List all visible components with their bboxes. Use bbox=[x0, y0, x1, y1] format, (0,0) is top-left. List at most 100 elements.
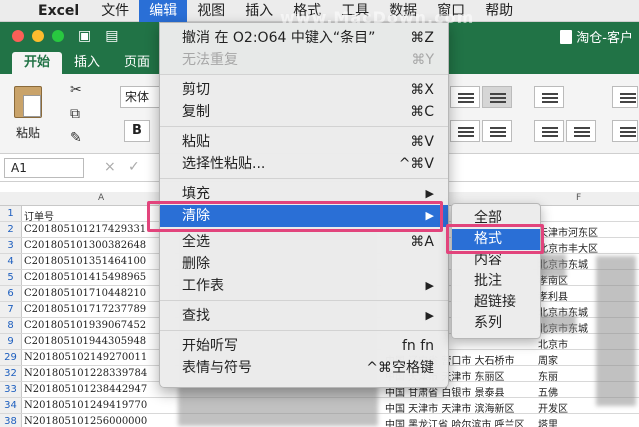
row-number[interactable]: 32 bbox=[0, 366, 22, 381]
cell-address-region[interactable]: 中国 黑龙江省 哈尔滨市 呼兰区 bbox=[385, 416, 535, 427]
cell-address-detail[interactable]: 北京市丰大区 bbox=[538, 240, 639, 253]
submenu-item-clear-comments[interactable]: 批注 bbox=[452, 271, 540, 292]
cell-order-id[interactable]: C201805101415498965 bbox=[24, 272, 174, 283]
menu-insert[interactable]: 插入 bbox=[235, 0, 283, 22]
font-name-select[interactable]: 宋体 bbox=[120, 86, 160, 108]
menu-file[interactable]: 文件 bbox=[91, 0, 139, 22]
cell-order-id[interactable]: N201805102149270011 bbox=[24, 352, 174, 363]
cell-order-id[interactable]: C201805101944305948 bbox=[24, 336, 174, 347]
clear-submenu: 全部 格式 内容 批注 超链接 系列 bbox=[451, 203, 541, 339]
menu-item-undo[interactable]: 撤消 在 O2:O64 中键入“条目” ⌘Z bbox=[160, 27, 448, 49]
row-number[interactable]: 3 bbox=[0, 238, 22, 253]
mac-menu-bar: Excel 文件 编辑 视图 插入 格式 工具 数据 窗口 帮助 bbox=[0, 0, 639, 22]
decrease-indent-button[interactable] bbox=[534, 120, 564, 142]
row-number[interactable]: 33 bbox=[0, 382, 22, 397]
column-header-f[interactable]: F bbox=[576, 193, 581, 203]
row-number[interactable]: 8 bbox=[0, 318, 22, 333]
menu-view[interactable]: 视图 bbox=[187, 0, 235, 22]
increase-indent-button[interactable] bbox=[566, 120, 596, 142]
row-number[interactable]: 29 bbox=[0, 350, 22, 365]
cell-order-id[interactable]: 订单号 bbox=[24, 208, 174, 221]
align-left-button[interactable] bbox=[450, 120, 480, 142]
submenu-arrow-icon: ▶ bbox=[425, 209, 434, 222]
bold-button[interactable]: B bbox=[124, 120, 150, 142]
sidebar-toggle-icon[interactable]: ▣ bbox=[78, 28, 91, 44]
tab-home[interactable]: 开始 bbox=[12, 52, 63, 74]
document-title-text: 淘仓-客户 bbox=[576, 31, 633, 46]
align-middle-button[interactable] bbox=[450, 86, 480, 108]
cell-address-detail[interactable]: 天津市河东区 bbox=[538, 224, 639, 237]
menu-item-select-all[interactable]: 全选 ⌘A bbox=[160, 231, 448, 253]
menu-item-start-dictation[interactable]: 开始听写 fn fn bbox=[160, 335, 448, 357]
row-number[interactable]: 7 bbox=[0, 302, 22, 317]
row-number[interactable]: 5 bbox=[0, 270, 22, 285]
copy-icon[interactable]: ⧉ bbox=[70, 106, 80, 122]
menu-item-cut[interactable]: 剪切 ⌘X bbox=[160, 79, 448, 101]
save-icon[interactable]: ▤ bbox=[105, 28, 118, 44]
menu-item-sheet[interactable]: 工作表 ▶ bbox=[160, 275, 448, 297]
menu-item-find[interactable]: 查找 ▶ bbox=[160, 305, 448, 327]
cell-order-id[interactable]: C201805101710448210 bbox=[24, 288, 174, 299]
orientation-button[interactable] bbox=[534, 86, 564, 108]
close-window-button[interactable] bbox=[12, 30, 24, 42]
submenu-item-clear-contents[interactable]: 内容 bbox=[452, 250, 540, 271]
row-number[interactable]: 2 bbox=[0, 222, 22, 237]
row-number[interactable]: 1 bbox=[0, 206, 22, 221]
menu-item-paste[interactable]: 粘贴 ⌘V bbox=[160, 131, 448, 153]
document-icon bbox=[560, 30, 573, 44]
row-number[interactable]: 4 bbox=[0, 254, 22, 269]
cell-order-id[interactable]: C201805101217429331 bbox=[24, 224, 174, 235]
cell-order-id[interactable]: C201805101300382648 bbox=[24, 240, 174, 251]
menu-format[interactable]: 格式 bbox=[283, 0, 331, 22]
menu-data[interactable]: 数据 bbox=[379, 0, 427, 22]
cell-address-region[interactable]: 中国 天津市 天津市 滨海新区 bbox=[385, 400, 535, 413]
submenu-item-clear-all[interactable]: 全部 bbox=[452, 208, 540, 229]
wrap-text-button[interactable] bbox=[612, 86, 638, 108]
menu-help[interactable]: 帮助 bbox=[475, 0, 523, 22]
menu-item-redo[interactable]: 无法重复 ⌘Y bbox=[160, 49, 448, 71]
cell-order-id[interactable]: C201805101717237789 bbox=[24, 304, 174, 315]
tab-page-layout[interactable]: 页面 bbox=[112, 52, 162, 74]
submenu-item-clear-hyperlinks[interactable]: 超链接 bbox=[452, 292, 540, 313]
tab-insert[interactable]: 插入 bbox=[62, 52, 112, 74]
cell-order-id[interactable]: N201805101228339784 bbox=[24, 368, 174, 379]
menu-tools[interactable]: 工具 bbox=[331, 0, 379, 22]
cell-order-id[interactable]: N201805101249419770 bbox=[24, 400, 174, 411]
name-box[interactable]: A1 bbox=[4, 158, 84, 178]
menu-item-shortcut: ⌘X bbox=[410, 82, 434, 98]
zoom-window-button[interactable] bbox=[52, 30, 64, 42]
cell-order-id[interactable]: N201805101256000000 bbox=[24, 416, 174, 427]
minimize-window-button[interactable] bbox=[32, 30, 44, 42]
menu-item-shortcut: ⌘C bbox=[410, 104, 434, 120]
cell-order-id[interactable]: C201805101939067452 bbox=[24, 320, 174, 331]
confirm-entry-icon[interactable]: ✓ bbox=[128, 159, 140, 175]
row-number[interactable]: 6 bbox=[0, 286, 22, 301]
menu-item-emoji-symbols[interactable]: 表情与符号 ^⌘空格键 bbox=[160, 357, 448, 379]
menu-edit[interactable]: 编辑 bbox=[139, 0, 188, 22]
column-header-a[interactable]: A bbox=[98, 193, 104, 203]
menu-item-label: 工作表 bbox=[182, 278, 224, 294]
menu-item-delete[interactable]: 删除 bbox=[160, 253, 448, 275]
cancel-entry-icon[interactable]: × bbox=[104, 159, 116, 175]
row-number[interactable]: 34 bbox=[0, 398, 22, 413]
submenu-item-clear-series[interactable]: 系列 bbox=[452, 313, 540, 334]
submenu-item-clear-formats[interactable]: 格式 bbox=[452, 229, 540, 250]
row-number[interactable]: 38 bbox=[0, 414, 22, 427]
menu-item-copy[interactable]: 复制 ⌘C bbox=[160, 101, 448, 123]
menu-window[interactable]: 窗口 bbox=[427, 0, 475, 22]
row-number[interactable]: 9 bbox=[0, 334, 22, 349]
cell-order-id[interactable]: N201805101238442947 bbox=[24, 384, 174, 395]
app-menu-excel[interactable]: Excel bbox=[34, 0, 91, 22]
paste-icon[interactable] bbox=[14, 86, 42, 118]
menu-item-fill[interactable]: 填充 ▶ bbox=[160, 183, 448, 205]
format-painter-icon[interactable]: ✎ bbox=[70, 130, 82, 146]
cell-order-id[interactable]: C201805101351464100 bbox=[24, 256, 174, 267]
menu-item-paste-special[interactable]: 选择性粘贴... ^⌘V bbox=[160, 153, 448, 175]
merge-button[interactable] bbox=[612, 120, 638, 142]
menu-item-label: 表情与符号 bbox=[182, 360, 252, 376]
align-center-button[interactable] bbox=[482, 86, 512, 108]
cell-address-detail[interactable]: 塔里 bbox=[538, 416, 639, 427]
align-justify-button[interactable] bbox=[482, 120, 512, 142]
menu-item-clear[interactable]: 清除 ▶ bbox=[160, 205, 448, 227]
cut-icon[interactable]: ✂ bbox=[70, 82, 82, 98]
